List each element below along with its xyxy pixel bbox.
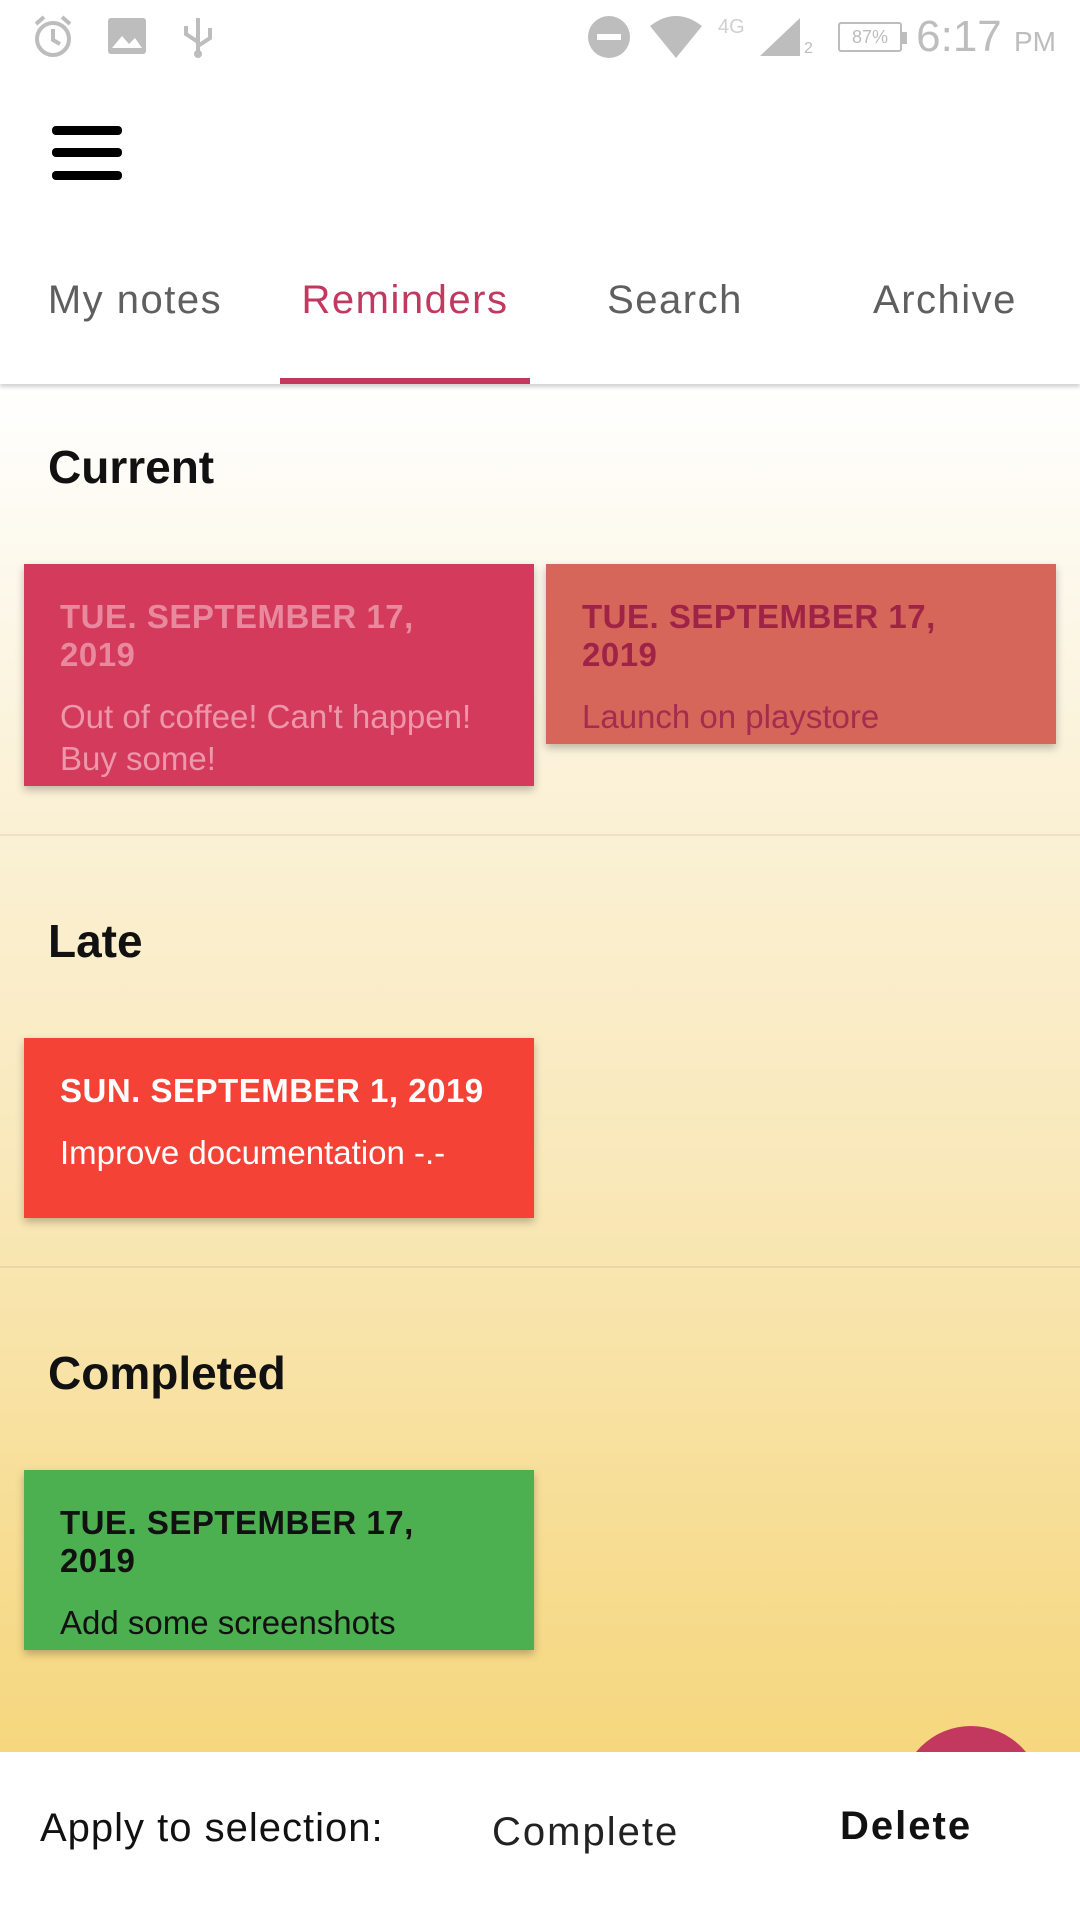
hamburger-menu-icon[interactable] xyxy=(52,126,122,180)
clock: 6:17 PM xyxy=(916,12,1056,62)
selection-action-bar: Apply to selection: Complete Delete xyxy=(0,1752,1080,1920)
reminder-card[interactable]: TUE. SEPTEMBER 17, 2019 Out of coffee! C… xyxy=(24,564,534,786)
complete-button[interactable]: Complete xyxy=(492,1810,679,1855)
reminder-text: Out of coffee! Can't happen! Buy some! xyxy=(60,698,472,777)
reminder-date: TUE. SEPTEMBER 17, 2019 xyxy=(60,598,414,673)
tab-search[interactable]: Search xyxy=(540,236,810,384)
selection-label: Apply to selection: xyxy=(40,1806,384,1850)
section-title-late: Late xyxy=(48,915,143,967)
reminder-text: Improve documentation -.- xyxy=(60,1134,446,1171)
tab-my-notes[interactable]: My notes xyxy=(0,236,270,384)
tab-bar: My notes Reminders Search Archive xyxy=(0,236,1080,384)
reminders-list: Current TUE. SEPTEMBER 17, 2019 Out of c… xyxy=(0,384,1080,1752)
reminder-date: SUN. SEPTEMBER 1, 2019 xyxy=(60,1072,484,1109)
section-title-current: Current xyxy=(48,441,215,493)
status-bar: 4G 2 87% 6:17 PM xyxy=(0,0,1080,76)
reminder-card[interactable]: TUE. SEPTEMBER 17, 2019 Launch on playst… xyxy=(546,564,1056,744)
toolbar xyxy=(0,76,1080,236)
reminder-text: Add some screenshots xyxy=(60,1604,396,1641)
reminder-card[interactable]: TUE. SEPTEMBER 17, 2019 Add some screens… xyxy=(24,1470,534,1650)
delete-button[interactable]: Delete xyxy=(840,1804,972,1849)
reminder-card[interactable]: SUN. SEPTEMBER 1, 2019 Improve documenta… xyxy=(24,1038,534,1218)
do-not-disturb-icon xyxy=(588,16,630,58)
section-divider xyxy=(0,1266,1080,1268)
battery-level: 87% xyxy=(851,27,889,47)
reminder-date: TUE. SEPTEMBER 17, 2019 xyxy=(60,1504,414,1579)
signal-icon xyxy=(760,18,800,56)
clock-time: 6:17 xyxy=(916,12,1002,61)
reminder-text: Launch on playstore xyxy=(582,698,880,735)
battery-indicator: 87% xyxy=(838,22,907,52)
alarm-icon xyxy=(34,15,72,57)
image-icon xyxy=(108,18,146,54)
reminder-date: TUE. SEPTEMBER 17, 2019 xyxy=(582,598,936,673)
tab-archive[interactable]: Archive xyxy=(810,236,1080,384)
section-divider xyxy=(0,834,1080,836)
wifi-icon xyxy=(650,16,702,58)
sim-slot-label: 2 xyxy=(804,40,813,57)
clock-ampm: PM xyxy=(1014,26,1056,57)
tab-reminders[interactable]: Reminders xyxy=(270,236,540,384)
usb-icon xyxy=(184,18,212,58)
section-title-completed: Completed xyxy=(48,1347,286,1399)
network-type-label: 4G xyxy=(718,16,745,38)
